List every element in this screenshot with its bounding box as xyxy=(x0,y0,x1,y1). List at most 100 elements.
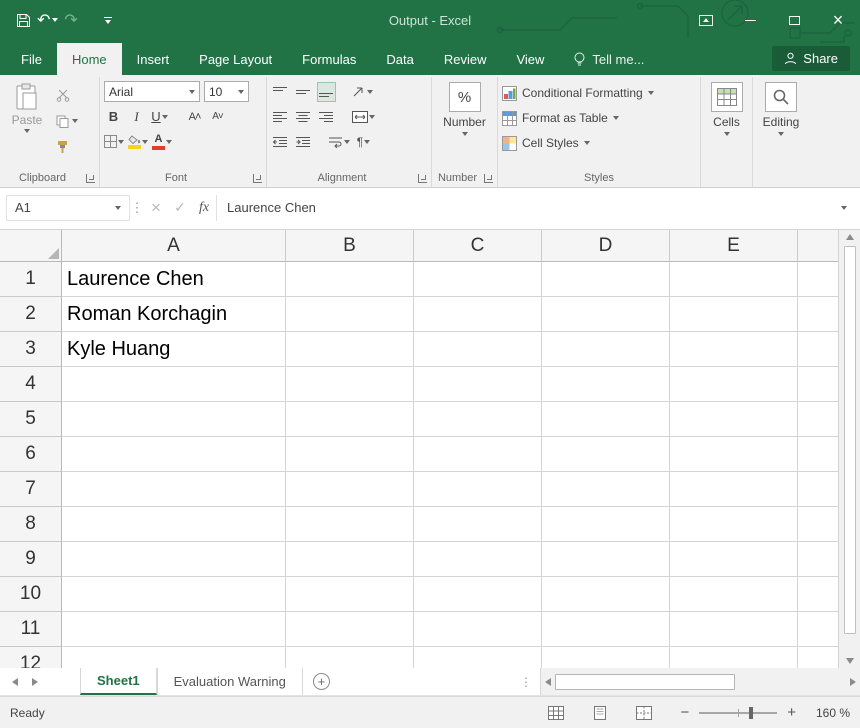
editing-dropdown[interactable]: Editing xyxy=(757,115,805,136)
font-color-button[interactable] xyxy=(152,132,172,152)
cell-B3[interactable] xyxy=(286,332,414,367)
row-header-4[interactable]: 4 xyxy=(0,367,62,402)
cell-B2[interactable] xyxy=(286,297,414,332)
customize-quick-access-icon[interactable] xyxy=(104,17,112,24)
vertical-scroll-thumb[interactable] xyxy=(844,246,856,634)
row-header-5[interactable]: 5 xyxy=(0,402,62,437)
align-bottom-button[interactable] xyxy=(317,82,336,102)
cell-C8[interactable] xyxy=(414,507,542,542)
cell-B5[interactable] xyxy=(286,402,414,437)
cell-B11[interactable] xyxy=(286,612,414,647)
previous-sheet-icon[interactable] xyxy=(12,678,18,686)
cell-A6[interactable] xyxy=(62,437,286,472)
cell-E7[interactable] xyxy=(670,472,798,507)
merge-center-button[interactable] xyxy=(352,107,375,127)
sheet-tab-sheet1[interactable]: Sheet1 xyxy=(80,668,157,695)
cell-A5[interactable] xyxy=(62,402,286,437)
cell-B12[interactable] xyxy=(286,647,414,668)
cell-B6[interactable] xyxy=(286,437,414,472)
increase-indent-button[interactable] xyxy=(294,132,313,152)
row-header-7[interactable]: 7 xyxy=(0,472,62,507)
cell-A2[interactable]: Roman Korchagin xyxy=(62,297,286,332)
ribbon-display-options-icon[interactable] xyxy=(684,0,728,40)
cancel-icon[interactable] xyxy=(144,195,168,221)
cell-C7[interactable] xyxy=(414,472,542,507)
tab-review[interactable]: Review xyxy=(429,43,502,75)
zoom-slider-thumb[interactable] xyxy=(749,707,753,719)
enter-icon[interactable] xyxy=(168,195,192,221)
increase-font-size-icon[interactable] xyxy=(185,107,204,127)
cell-D5[interactable] xyxy=(542,402,670,437)
paragraph-button[interactable]: ¶ xyxy=(354,132,373,152)
cell-A7[interactable] xyxy=(62,472,286,507)
conditional-formatting-button[interactable]: Conditional Formatting xyxy=(502,82,696,104)
cell-E3[interactable] xyxy=(670,332,798,367)
cell-E9[interactable] xyxy=(670,542,798,577)
format-as-table-button[interactable]: Format as Table xyxy=(502,107,696,129)
cell-A4[interactable] xyxy=(62,367,286,402)
percent-style-button[interactable]: % xyxy=(449,82,481,112)
align-left-button[interactable] xyxy=(271,107,290,127)
column-header-E[interactable]: E xyxy=(670,230,798,262)
cell-A8[interactable] xyxy=(62,507,286,542)
editing-button[interactable] xyxy=(765,82,797,112)
row-header-10[interactable]: 10 xyxy=(0,577,62,612)
column-header-C[interactable]: C xyxy=(414,230,542,262)
insert-function-button[interactable]: fx xyxy=(192,195,216,221)
borders-button[interactable] xyxy=(104,132,124,152)
wrap-text-button[interactable] xyxy=(329,132,350,152)
copy-button[interactable] xyxy=(54,111,80,131)
cell-C11[interactable] xyxy=(414,612,542,647)
row-header-8[interactable]: 8 xyxy=(0,507,62,542)
redo-icon[interactable] xyxy=(64,10,77,30)
formula-bar-input[interactable]: Laurence Chen xyxy=(216,195,834,221)
decrease-font-size-icon[interactable] xyxy=(208,107,227,127)
align-top-button[interactable] xyxy=(271,82,290,102)
cell-C3[interactable] xyxy=(414,332,542,367)
cell-E12[interactable] xyxy=(670,647,798,668)
cell-C9[interactable] xyxy=(414,542,542,577)
cell-D12[interactable] xyxy=(542,647,670,668)
paste-dropdown-caret[interactable] xyxy=(24,129,30,133)
cell-B8[interactable] xyxy=(286,507,414,542)
number-format-dropdown[interactable]: Number xyxy=(436,115,493,136)
decrease-indent-button[interactable] xyxy=(271,132,290,152)
font-name-combobox[interactable]: Arial xyxy=(104,81,200,102)
minimize-icon[interactable] xyxy=(728,0,772,40)
row-header-6[interactable]: 6 xyxy=(0,437,62,472)
cell-D1[interactable] xyxy=(542,262,670,297)
cut-button[interactable] xyxy=(54,85,80,105)
page-break-view-icon[interactable] xyxy=(636,706,652,720)
cell-A3[interactable]: Kyle Huang xyxy=(62,332,286,367)
tab-splitter-handle[interactable] xyxy=(512,668,540,695)
formula-bar-drag-handle[interactable] xyxy=(130,200,144,216)
alignment-dialog-launcher-icon[interactable] xyxy=(418,174,427,183)
cell-B9[interactable] xyxy=(286,542,414,577)
cell-C10[interactable] xyxy=(414,577,542,612)
tab-home[interactable]: Home xyxy=(57,43,122,75)
scroll-up-icon[interactable] xyxy=(846,234,854,240)
cell-D9[interactable] xyxy=(542,542,670,577)
cell-D8[interactable] xyxy=(542,507,670,542)
cell-E5[interactable] xyxy=(670,402,798,437)
column-header-B[interactable]: B xyxy=(286,230,414,262)
tab-view[interactable]: View xyxy=(501,43,559,75)
formula-bar-expand-button[interactable] xyxy=(834,206,854,210)
vertical-scrollbar[interactable] xyxy=(838,230,860,668)
zoom-out-icon[interactable] xyxy=(680,704,689,721)
cell-D7[interactable] xyxy=(542,472,670,507)
new-sheet-icon[interactable] xyxy=(313,673,330,690)
cells-dropdown[interactable]: Cells xyxy=(705,115,748,136)
cell-D3[interactable] xyxy=(542,332,670,367)
cell-D4[interactable] xyxy=(542,367,670,402)
horizontal-scroll-thumb[interactable] xyxy=(555,674,735,690)
cell-E2[interactable] xyxy=(670,297,798,332)
cell-C2[interactable] xyxy=(414,297,542,332)
name-box[interactable]: A1 xyxy=(6,195,130,221)
normal-view-icon[interactable] xyxy=(548,706,564,720)
undo-icon[interactable] xyxy=(37,10,58,30)
row-header-1[interactable]: 1 xyxy=(0,262,62,297)
cell-E1[interactable] xyxy=(670,262,798,297)
cells-button[interactable] xyxy=(711,82,743,112)
select-all-corner[interactable] xyxy=(0,230,62,262)
